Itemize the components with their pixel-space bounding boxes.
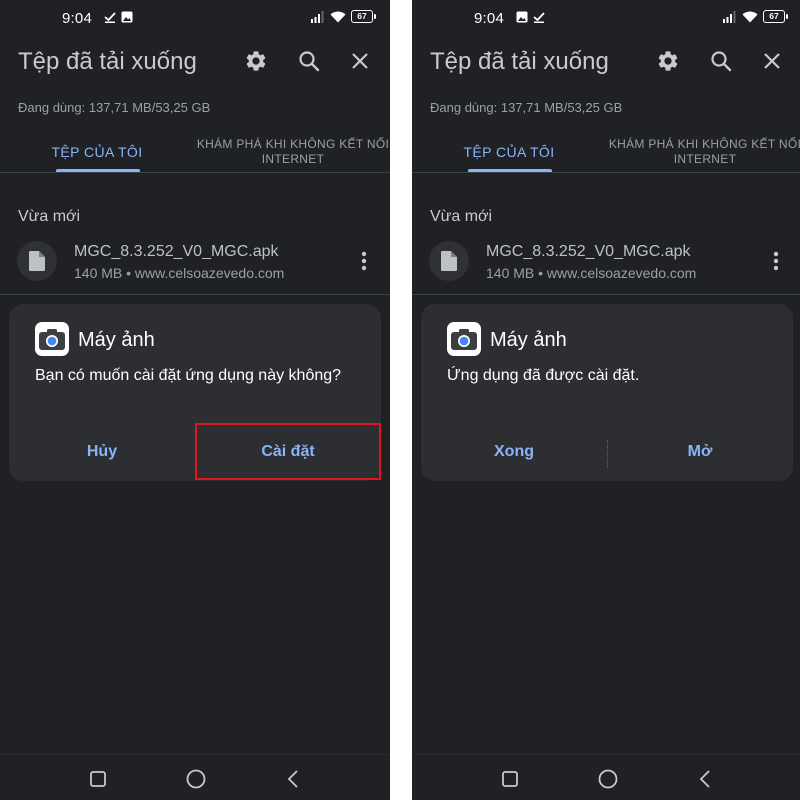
wifi-icon: [330, 11, 346, 22]
file-icon: [17, 241, 57, 281]
dialog-message: Bạn có muốn cài đặt ứng dụng này không?: [35, 367, 342, 384]
file-name: MGC_8.3.252_V0_MGC.apk: [486, 243, 691, 260]
status-notifications: [516, 11, 545, 23]
back-icon[interactable]: [281, 767, 305, 791]
page-title: Tệp đã tải xuống: [430, 48, 609, 75]
navigation-bar: [412, 754, 800, 800]
dialog-title: Máy ảnh: [78, 329, 155, 351]
close-icon[interactable]: [347, 48, 373, 74]
close-icon[interactable]: [759, 48, 785, 74]
camera-app-icon: [35, 322, 69, 356]
signal-icon: [311, 10, 324, 23]
file-meta: 140 MB • www.celsoazevedo.com: [486, 265, 697, 281]
more-vert-icon[interactable]: [354, 248, 374, 274]
download-done-icon: [104, 12, 116, 23]
image-icon: [121, 11, 133, 23]
tab-my-files[interactable]: TỆP CỦA TÔI: [430, 130, 588, 174]
status-time: 9:04: [474, 10, 504, 27]
tab-my-files[interactable]: TỆP CỦA TÔI: [18, 130, 176, 174]
cancel-button[interactable]: Hủy: [9, 424, 195, 480]
open-button[interactable]: Mở: [607, 424, 793, 480]
divider: [0, 294, 390, 295]
tab-offline-explore[interactable]: KHÁM PHÁ KHI KHÔNG KẾT NỐI INTERNET: [196, 130, 390, 174]
status-bar: 9:04 67: [412, 0, 800, 34]
file-row[interactable]: MGC_8.3.252_V0_MGC.apk 140 MB • www.cels…: [0, 234, 390, 294]
file-icon: [429, 241, 469, 281]
home-icon[interactable]: [596, 767, 620, 791]
navigation-bar: [0, 754, 390, 800]
signal-icon: [723, 10, 736, 23]
divider: [412, 294, 800, 295]
home-icon[interactable]: [184, 767, 208, 791]
installed-dialog: Máy ảnh Ứng dụng đã được cài đặt. Xong M…: [421, 304, 793, 481]
status-system-icons: 67: [311, 10, 376, 23]
storage-usage: Đang dùng: 137,71 MB/53,25 GB: [430, 100, 623, 115]
file-row[interactable]: MGC_8.3.252_V0_MGC.apk 140 MB • www.cels…: [412, 234, 800, 294]
status-notifications: [104, 11, 133, 23]
section-label-recent: Vừa mới: [430, 208, 493, 225]
gear-icon[interactable]: [243, 48, 269, 74]
divider: [412, 172, 800, 173]
highlight-box: [195, 423, 381, 480]
file-meta: 140 MB • www.celsoazevedo.com: [74, 265, 285, 281]
status-system-icons: 67: [723, 10, 788, 23]
dialog-title: Máy ảnh: [490, 329, 567, 351]
battery-icon: 67: [351, 10, 376, 23]
battery-icon: 67: [763, 10, 788, 23]
gear-icon[interactable]: [655, 48, 681, 74]
tab-offline-explore[interactable]: KHÁM PHÁ KHI KHÔNG KẾT NỐI INTERNET: [608, 130, 800, 174]
search-icon[interactable]: [296, 48, 322, 74]
more-vert-icon[interactable]: [766, 248, 786, 274]
recents-icon[interactable]: [498, 767, 522, 791]
back-icon[interactable]: [693, 767, 717, 791]
dialog-message: Ứng dụng đã được cài đặt.: [447, 367, 640, 384]
download-done-icon: [533, 12, 545, 23]
search-icon[interactable]: [708, 48, 734, 74]
done-button[interactable]: Xong: [421, 424, 607, 480]
status-bar: 9:04 67: [0, 0, 390, 34]
wifi-icon: [742, 11, 758, 22]
page-title: Tệp đã tải xuống: [18, 48, 197, 75]
recents-icon[interactable]: [86, 767, 110, 791]
phone-screen-installed: 9:04 67 Tệp đã tải xuống Đang dùng: 137,…: [412, 0, 800, 800]
phone-screen-install-prompt: 9:04 67 Tệp đã tải xuống Đang dùng: 137,…: [0, 0, 390, 800]
status-time: 9:04: [62, 10, 92, 27]
image-icon: [516, 11, 528, 23]
camera-app-icon: [447, 322, 481, 356]
divider: [0, 172, 390, 173]
section-label-recent: Vừa mới: [18, 208, 81, 225]
file-name: MGC_8.3.252_V0_MGC.apk: [74, 243, 279, 260]
storage-usage: Đang dùng: 137,71 MB/53,25 GB: [18, 100, 211, 115]
